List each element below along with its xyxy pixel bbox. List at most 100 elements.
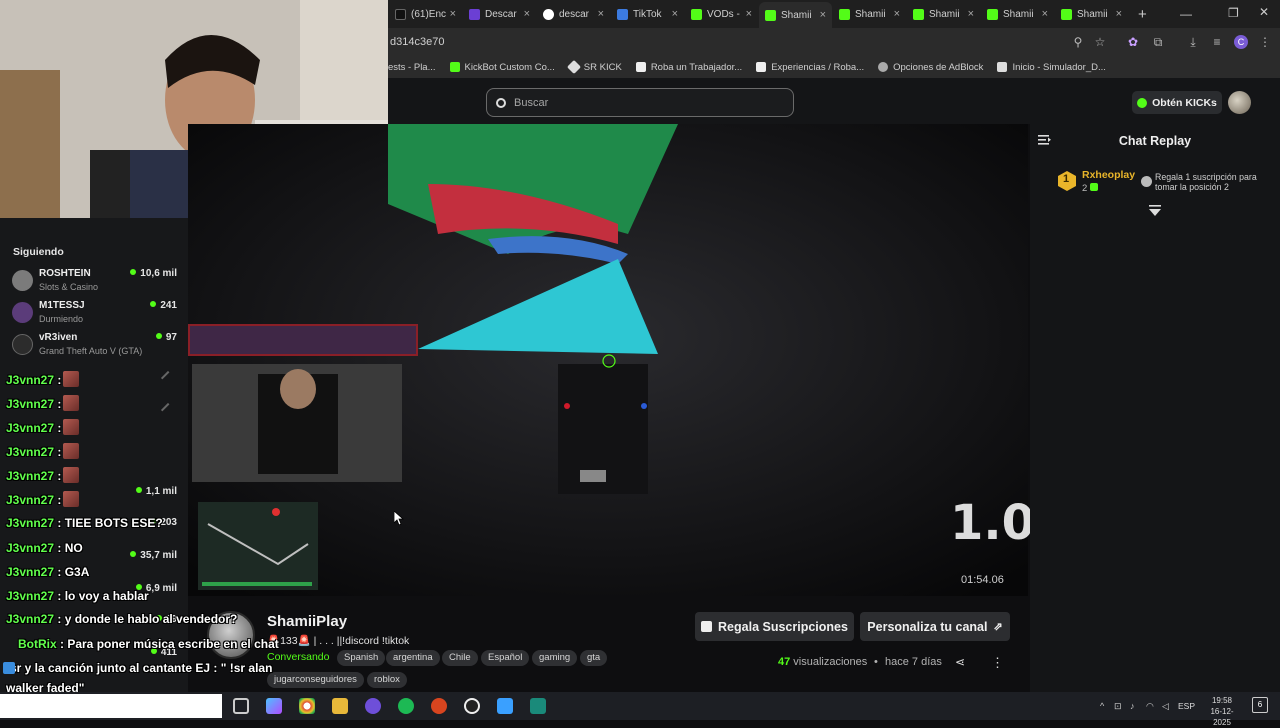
tag-chip[interactable]: gaming [532,650,578,666]
video-player[interactable] [188,124,1028,596]
category-link[interactable]: Conversando [267,651,329,663]
bookmark-item[interactable]: SR KICK [566,59,622,75]
browser-tab[interactable]: (61)Enc × [389,3,462,25]
emote-icon [63,467,80,483]
search-input[interactable]: Buscar [486,88,794,117]
browser-tab[interactable]: Descar × [463,3,536,25]
tray-arrow-icon[interactable]: ^ [1100,701,1104,711]
obs-record-icon[interactable] [431,698,447,714]
app-icon[interactable] [530,698,546,714]
wifi-icon[interactable]: ◠ [1146,701,1154,712]
avatar [12,334,33,355]
overlay-username: J3vnn27 [6,589,55,603]
user-avatar[interactable] [1228,91,1251,114]
overlay-message: : [54,397,62,411]
chrome-icon[interactable] [299,698,315,714]
extensions-icon[interactable]: ⧉ [1151,35,1165,49]
spotify-icon[interactable] [398,698,414,714]
more-options-icon[interactable]: ⋮ [991,655,1004,671]
bot-icon [3,662,15,674]
bookmark-item[interactable]: KickBot Custom Co... [449,62,555,73]
calculator-icon[interactable] [497,698,513,714]
tag-chip[interactable]: roblox [367,672,407,688]
address-bar[interactable]: d314c3e70 [388,28,1280,56]
sidebar-title: Siguiendo [13,246,64,258]
minimize-icon[interactable]: — [1180,7,1192,21]
tag-chip[interactable]: gta [580,650,608,666]
bookmark-item[interactable]: Experiencias / Roba... [756,62,864,73]
sidebar-channel[interactable]: vR3iven Grand Theft Auto V (GTA) 97 [12,332,177,362]
browser-tab[interactable]: Shamii × [833,3,906,25]
overlay-chat-line: J3vnn27 : [6,419,80,435]
url-text[interactable]: d314c3e70 [390,36,444,48]
menu-dots-icon[interactable]: ⋮ [1258,35,1272,49]
share-icon[interactable]: ⋖ [955,655,965,669]
tag-chip[interactable]: Español [481,650,530,666]
speed-readout: 1.0 [950,495,1036,551]
close-tab-icon[interactable]: × [1042,8,1048,20]
roblox-icon [635,62,646,72]
bookmark-item[interactable]: Inicio - Simulador_D... [997,62,1106,73]
tag-chip[interactable]: jugarconseguidores [267,672,364,688]
close-tab-icon[interactable]: × [968,8,974,20]
chevron-down-icon[interactable] [1148,205,1162,217]
browser-tab[interactable]: VODs - × [685,3,758,25]
customize-channel-button[interactable]: Personaliza tu canal ⇗ [860,612,1010,641]
discord-icon[interactable] [365,698,381,714]
gift-leaderboard-text: Regala 1 suscripción para tomar la posic… [1155,172,1257,192]
gift-subs-button[interactable]: Regala Suscripciones [695,612,854,641]
bookmark-item[interactable]: Roba un Trabajador... [635,62,742,73]
browser-tab[interactable]: descar × [537,3,610,25]
view-count: 47 visualizaciones [778,656,868,668]
browser-tab[interactable]: TikTok × [611,3,684,25]
network-icon[interactable]: ⊡ [1114,701,1122,712]
taskbar-search[interactable] [0,694,222,718]
copilot-icon[interactable] [266,698,282,714]
channel-name[interactable]: ShamiiPlay [267,613,347,630]
close-tab-icon[interactable]: × [450,8,456,20]
overlay-username: J3vnn27 [6,612,55,626]
download-icon[interactable]: ⤓ [1186,35,1200,49]
restore-icon[interactable]: ❐ [1228,6,1239,20]
task-view-icon[interactable] [233,698,249,714]
close-tab-icon[interactable]: × [820,9,826,21]
browser-tab[interactable]: Shamii × [981,3,1054,25]
close-tab-icon[interactable]: × [746,8,752,20]
browser-tab[interactable]: Shamii × [1055,3,1128,25]
collapse-chat-icon[interactable] [1038,134,1052,146]
close-window-icon[interactable]: ✕ [1259,5,1269,19]
obs-icon[interactable] [464,698,480,714]
sidebar-channel[interactable]: M1TESSJ Durmiendo 241 [12,300,177,330]
browser-tab[interactable]: Shamii × [907,3,980,25]
volume-icon[interactable]: ◁ [1162,701,1169,712]
close-tab-icon[interactable]: × [672,8,678,20]
overlay-chat-line: !sr y la canción junto al cantante EJ : … [6,661,272,675]
language-indicator[interactable]: ESP [1178,701,1195,711]
microphone-icon[interactable]: ♪ [1130,701,1135,711]
browser-tab-active[interactable]: Shamii × [759,2,832,28]
clock[interactable]: 19:58 16-12-2025 [1202,695,1242,728]
close-tab-icon[interactable]: × [598,8,604,20]
gifter-name[interactable]: Rxheoplay [1082,169,1135,181]
google-icon [543,8,554,20]
bookmark-item[interactable]: Opciones de AdBlock [878,62,983,73]
profile-icon[interactable]: C [1234,35,1248,49]
sidebar-channel[interactable]: ROSHTEIN Slots & Casino 10,6 mil [12,268,177,298]
zoom-icon[interactable]: ⚲ [1071,35,1085,49]
tag-chip[interactable]: argentina [386,650,440,666]
close-tab-icon[interactable]: × [894,8,900,20]
notifications-icon[interactable]: 6 [1252,697,1268,713]
close-tab-icon[interactable]: × [524,8,530,20]
close-tab-icon[interactable]: × [1116,8,1122,20]
file-explorer-icon[interactable] [332,698,348,714]
bookmark-item[interactable]: ests - Pla... [388,62,436,73]
bookmark-star-icon[interactable]: ☆ [1093,35,1107,49]
extension-colorpicker-icon[interactable]: ✿ [1126,35,1140,49]
tag-chip[interactable]: Spanish [337,650,386,666]
media-control-icon[interactable]: ≡ [1210,35,1224,49]
new-tab-button[interactable]: + [1138,6,1147,23]
stream-title: 🚨133🚨 | . . . ||!discord !tiktok [267,635,410,647]
get-kicks-button[interactable]: Obtén KICKs [1132,91,1222,114]
emote-icon [63,443,80,459]
tag-chip[interactable]: Chile [442,650,478,666]
